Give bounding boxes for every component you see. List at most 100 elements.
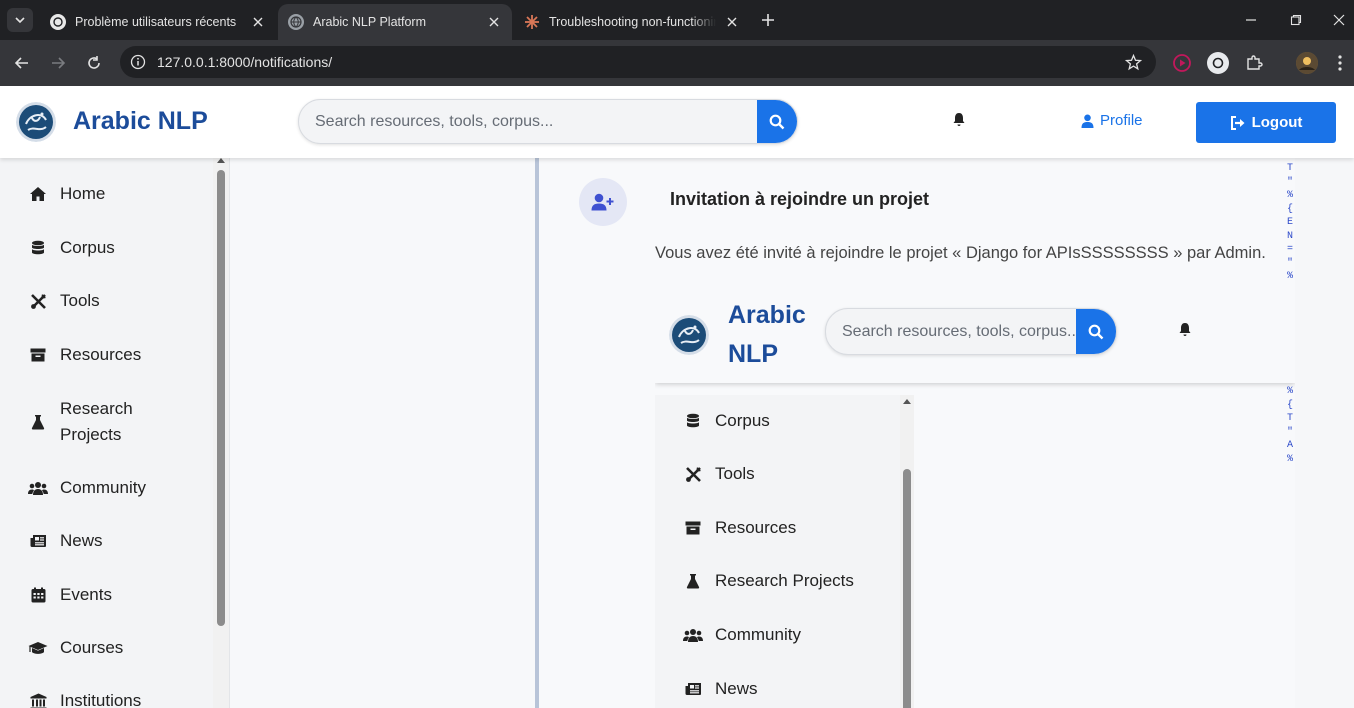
code-char: A	[1287, 440, 1294, 451]
sidebar-item-label: Home	[60, 184, 106, 203]
new-tab-button[interactable]	[758, 10, 778, 30]
code-char: T	[1287, 413, 1294, 424]
search-button[interactable]	[757, 100, 797, 143]
scroll-up-arrow-icon[interactable]	[217, 158, 225, 163]
newspaper-icon	[683, 682, 703, 696]
claude-icon	[524, 14, 540, 30]
embedded-sidebar-item-corpus[interactable]: Corpus	[683, 411, 770, 431]
embedded-search-input[interactable]	[826, 309, 1078, 354]
code-char: E	[1287, 217, 1294, 228]
code-char: %	[1287, 453, 1294, 465]
address-bar[interactable]: 127.0.0.1:8000/notifications/	[120, 46, 1156, 78]
profile-link[interactable]: Profile	[1081, 112, 1143, 129]
code-char: "	[1287, 426, 1294, 438]
search-icon	[769, 114, 785, 129]
site-logo[interactable]	[16, 102, 56, 142]
browser-menu-button[interactable]	[1332, 52, 1348, 74]
user-icon	[1081, 114, 1094, 128]
arrow-left-icon	[14, 57, 28, 69]
sidebar-item-resources[interactable]: Resources	[28, 345, 141, 365]
plus-icon	[762, 14, 774, 26]
tab-title: Problème utilisateurs récents	[75, 15, 237, 29]
minimize-button[interactable]	[1239, 8, 1263, 32]
url-text: 127.0.0.1:8000/notifications/	[157, 54, 333, 70]
sidebar-item-label: Community	[715, 625, 801, 644]
search-icon	[1088, 324, 1104, 339]
sidebar-item-label: Community	[60, 478, 146, 497]
embedded-page-preview: Arabic NLP Corpus Tools	[655, 282, 1295, 708]
chatgpt-icon	[50, 14, 66, 30]
database-icon	[28, 240, 48, 256]
tab-arabic-nlp-platform[interactable]: Arabic NLP Platform	[278, 4, 512, 40]
code-char: %	[1287, 386, 1294, 397]
notification-item[interactable]: Invitation à rejoindre un projet Vous av…	[539, 158, 1295, 708]
search-input[interactable]	[299, 100, 757, 143]
sidebar-item-community[interactable]: Community	[28, 478, 146, 498]
calendar-icon	[28, 587, 48, 603]
embedded-scrollbar-thumb[interactable]	[903, 469, 911, 708]
sidebar-item-events[interactable]: Events	[28, 585, 112, 605]
close-window-button[interactable]	[1327, 8, 1351, 32]
embedded-sidebar-scrollbar[interactable]	[900, 395, 914, 708]
close-icon[interactable]	[724, 14, 740, 30]
embedded-sidebar-item-resources[interactable]: Resources	[683, 518, 796, 538]
extensions-puzzle-icon[interactable]	[1243, 52, 1265, 74]
notifications-bell-icon[interactable]	[950, 110, 968, 128]
bookmark-star-icon[interactable]	[1124, 53, 1142, 71]
tab-probleme-utilisateurs[interactable]: Problème utilisateurs récents	[40, 4, 276, 40]
tab-search-button[interactable]	[7, 8, 33, 32]
address-toolbar: 127.0.0.1:8000/notifications/	[0, 40, 1354, 86]
globe-icon	[288, 14, 304, 30]
sidebar: Home Corpus Tools Resources Research Pro…	[0, 158, 213, 708]
home-icon	[28, 186, 48, 202]
sidebar-item-news[interactable]: News	[28, 531, 103, 551]
site-info-icon[interactable]	[129, 53, 147, 71]
embedded-sidebar-item-community[interactable]: Community	[683, 625, 801, 645]
sidebar-item-home[interactable]: Home	[28, 184, 105, 204]
code-char: "	[1287, 176, 1294, 188]
tools-icon	[28, 293, 48, 310]
users-icon	[28, 481, 48, 496]
flask-icon	[683, 573, 703, 589]
reload-icon	[88, 56, 100, 69]
profile-label: Profile	[1100, 112, 1143, 129]
sidebar-item-tools[interactable]: Tools	[28, 291, 100, 311]
extension-record-icon[interactable]	[1171, 52, 1193, 74]
sidebar-scrollbar[interactable]	[213, 158, 229, 708]
site-brand[interactable]: Arabic NLP	[73, 107, 208, 136]
sidebar-item-institutions[interactable]: Institutions	[28, 691, 141, 708]
embedded-sidebar-item-tools[interactable]: Tools	[683, 464, 755, 484]
embedded-site-logo[interactable]	[669, 315, 709, 355]
sidebar-item-label: Corpus	[60, 238, 115, 257]
embedded-sidebar-item-news[interactable]: News	[683, 679, 758, 699]
user-plus-icon	[579, 178, 627, 226]
right-empty-area	[1295, 158, 1354, 708]
embedded-bell-icon[interactable]	[1176, 320, 1194, 338]
sidebar-item-courses[interactable]: Courses	[28, 638, 123, 658]
logout-button[interactable]: Logout	[1196, 102, 1336, 143]
sidebar-item-research-projects[interactable]: Research Projects	[28, 396, 168, 448]
close-icon[interactable]	[486, 14, 502, 30]
extension-chatgpt-icon[interactable]	[1207, 52, 1229, 74]
scroll-up-arrow-icon[interactable]	[903, 399, 911, 404]
restore-button[interactable]	[1284, 8, 1308, 32]
embedded-sidebar-item-research-projects[interactable]: Research Projects	[683, 571, 854, 591]
arrow-right-icon	[52, 57, 66, 69]
embedded-sidebar: Corpus Tools Resources Research Projects…	[655, 395, 900, 708]
sidebar-item-label: Tools	[715, 464, 755, 483]
embedded-brand[interactable]: Arabic NLP	[728, 296, 818, 374]
code-char: %	[1287, 271, 1294, 282]
sidebar-item-label: Institutions	[60, 691, 142, 708]
embedded-search-button[interactable]	[1076, 309, 1116, 354]
sidebar-scrollbar-thumb[interactable]	[217, 170, 225, 626]
sidebar-item-label: Research Projects	[715, 571, 854, 590]
code-char: "	[1287, 257, 1294, 269]
back-button[interactable]	[10, 51, 34, 75]
close-icon[interactable]	[250, 14, 266, 30]
reload-button[interactable]	[82, 51, 106, 75]
tab-title: Arabic NLP Platform	[313, 15, 427, 29]
forward-button[interactable]	[46, 51, 70, 75]
sidebar-item-corpus[interactable]: Corpus	[28, 238, 115, 258]
tab-troubleshooting[interactable]: Troubleshooting non-functionin	[514, 4, 750, 40]
profile-avatar[interactable]	[1296, 52, 1318, 74]
